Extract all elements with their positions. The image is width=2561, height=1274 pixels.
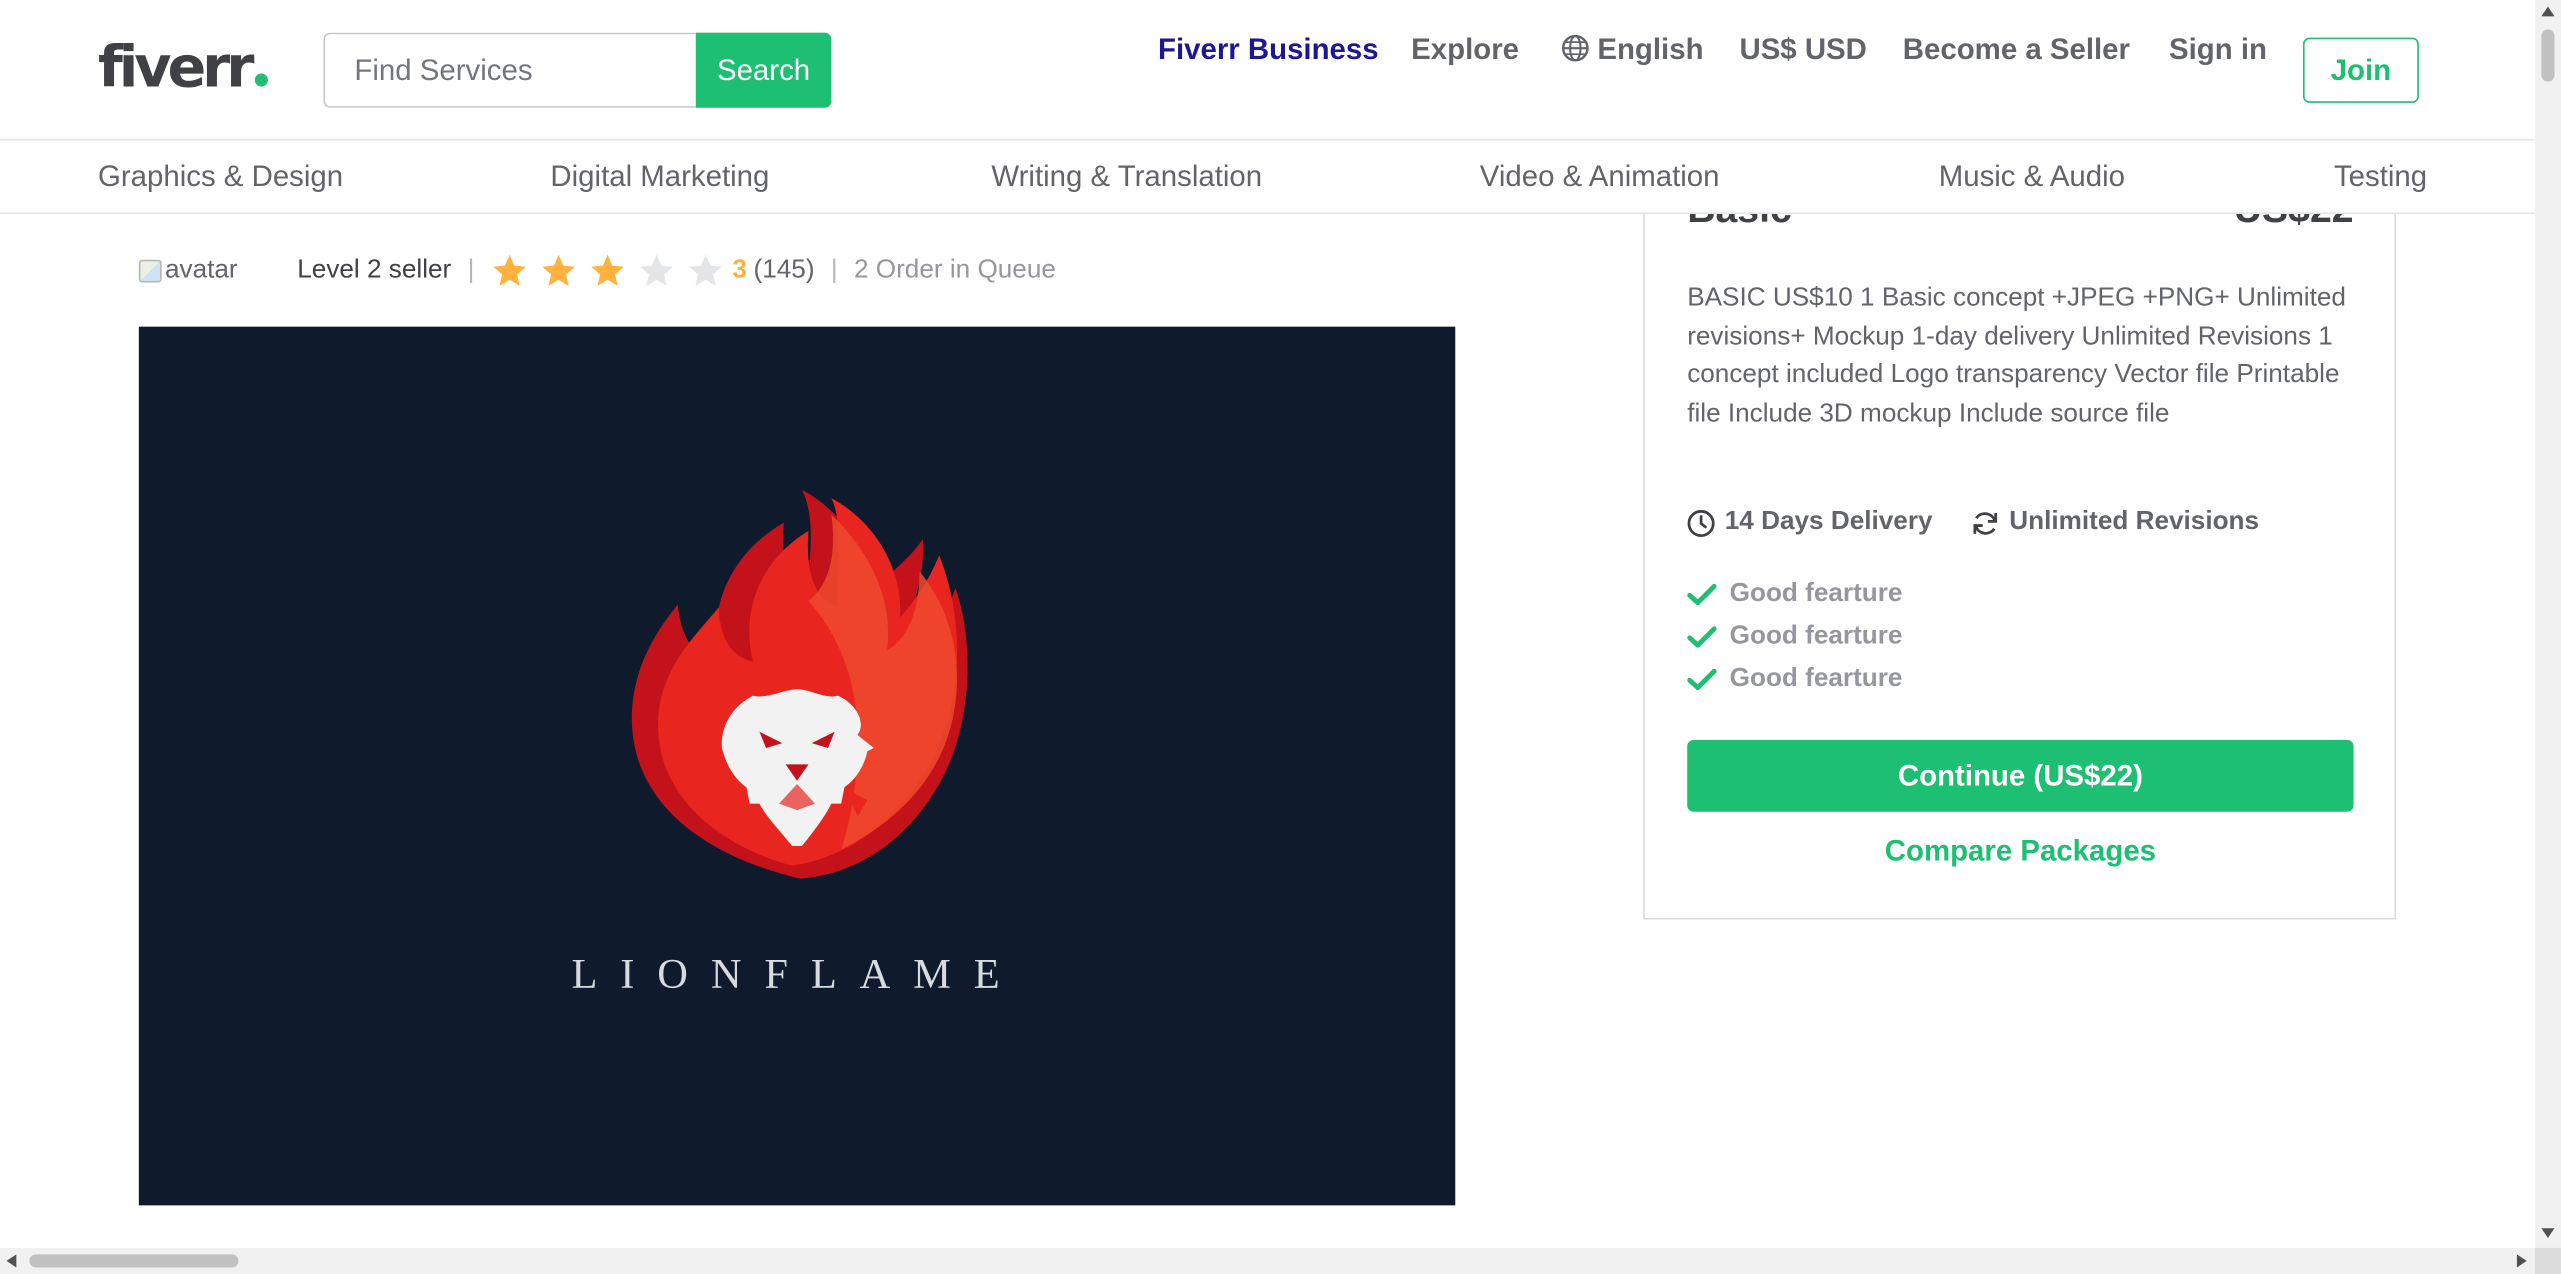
delivery-label: 14 Days Delivery bbox=[1724, 507, 1933, 536]
check-icon bbox=[1687, 668, 1717, 691]
category-digital-marketing[interactable]: Digital Marketing bbox=[550, 158, 769, 194]
category-video-animation[interactable]: Video & Animation bbox=[1480, 158, 1720, 194]
search-bar: Search bbox=[323, 32, 832, 108]
feature-item: Good fearture bbox=[1687, 573, 1902, 615]
star-empty-icon bbox=[689, 254, 723, 286]
feature-item: Good fearture bbox=[1687, 616, 1902, 658]
nav-become-seller[interactable]: Become a Seller bbox=[1903, 28, 2130, 70]
nav-language-label: English bbox=[1597, 32, 1704, 66]
star-filled-icon bbox=[542, 254, 576, 286]
star-filled-icon bbox=[493, 254, 527, 286]
avatar[interactable]: avatar bbox=[138, 252, 244, 291]
globe-icon bbox=[1561, 34, 1589, 62]
category-menu: Graphics & Design Digital Marketing Writ… bbox=[0, 140, 2535, 214]
fiverr-logo[interactable]: fiverr bbox=[98, 36, 269, 101]
seller-overview: avatar Level 2 seller | 3 (145) | 2 Orde… bbox=[138, 248, 1056, 294]
scrollbar-corner bbox=[2534, 1247, 2561, 1274]
rating-score: 3 bbox=[732, 256, 747, 285]
page: fiverr Search Fiverr Business Explore En… bbox=[0, 0, 2561, 1274]
feature-item: Good fearture bbox=[1687, 658, 1902, 700]
star-rating bbox=[491, 252, 726, 291]
compare-packages-link[interactable]: Compare Packages bbox=[1687, 835, 2353, 869]
review-count[interactable]: (145) bbox=[754, 256, 815, 285]
top-header: fiverr Search Fiverr Business Explore En… bbox=[0, 0, 2535, 141]
divider: | bbox=[830, 256, 838, 285]
gig-image[interactable]: LIONFLAME bbox=[138, 326, 1456, 1206]
scroll-down-arrow-icon[interactable] bbox=[2541, 1228, 2555, 1239]
lion-flame-logo-image bbox=[631, 489, 968, 879]
orders-in-queue: 2 Order in Queue bbox=[853, 256, 1056, 285]
star-empty-icon bbox=[640, 254, 674, 286]
logo-dot bbox=[255, 73, 269, 87]
seller-level: Level 2 seller bbox=[297, 256, 452, 285]
nav-currency[interactable]: US$ USD bbox=[1739, 28, 1866, 70]
scroll-left-arrow-icon[interactable] bbox=[6, 1254, 17, 1268]
broken-image-icon bbox=[138, 259, 162, 283]
revisions-label: Unlimited Revisions bbox=[2009, 507, 2260, 536]
vertical-scrollbar[interactable] bbox=[2534, 0, 2561, 1248]
divider: | bbox=[467, 256, 475, 285]
category-music-audio[interactable]: Music & Audio bbox=[1939, 158, 2125, 194]
feature-list: Good fearture Good fearture Good feartur… bbox=[1687, 573, 1902, 700]
avatar-alt-text: avatar bbox=[164, 256, 238, 285]
category-testing[interactable]: Testing bbox=[2334, 158, 2427, 194]
star-filled-icon bbox=[591, 254, 625, 286]
horizontal-scroll-thumb[interactable] bbox=[29, 1254, 239, 1268]
join-button[interactable]: Join bbox=[2302, 37, 2419, 103]
category-writing-translation[interactable]: Writing & Translation bbox=[991, 158, 1262, 194]
search-button[interactable]: Search bbox=[695, 32, 832, 108]
nav-sign-in[interactable]: Sign in bbox=[2169, 28, 2267, 70]
scroll-right-arrow-icon[interactable] bbox=[2516, 1254, 2527, 1268]
check-icon bbox=[1687, 583, 1717, 606]
brand-wordmark: LIONFLAME bbox=[571, 950, 1023, 998]
package-meta: 14 Days Delivery Unlimited Revisions bbox=[1687, 508, 2298, 537]
vertical-scroll-thumb[interactable] bbox=[2541, 29, 2555, 82]
clock-icon bbox=[1687, 509, 1715, 537]
category-graphics-design[interactable]: Graphics & Design bbox=[98, 158, 343, 194]
nav-fiverr-business[interactable]: Fiverr Business bbox=[1158, 28, 1379, 70]
package-card: Basic US$22 BASIC US$10 1 Basic concept … bbox=[1643, 140, 2397, 920]
scroll-up-arrow-icon[interactable] bbox=[2541, 6, 2555, 17]
search-input[interactable] bbox=[323, 32, 696, 108]
continue-button[interactable]: Continue (US$22) bbox=[1687, 739, 2354, 812]
package-description: BASIC US$10 1 Basic concept +JPEG +PNG+ … bbox=[1687, 284, 2346, 428]
revisions: Unlimited Revisions bbox=[1972, 508, 2259, 537]
check-icon bbox=[1687, 626, 1717, 648]
nav-explore[interactable]: Explore bbox=[1411, 28, 1519, 70]
horizontal-scrollbar[interactable] bbox=[0, 1247, 2535, 1274]
nav-language[interactable]: English bbox=[1561, 28, 1704, 70]
refresh-icon bbox=[1973, 511, 1998, 534]
delivery-time: 14 Days Delivery bbox=[1687, 507, 1933, 537]
